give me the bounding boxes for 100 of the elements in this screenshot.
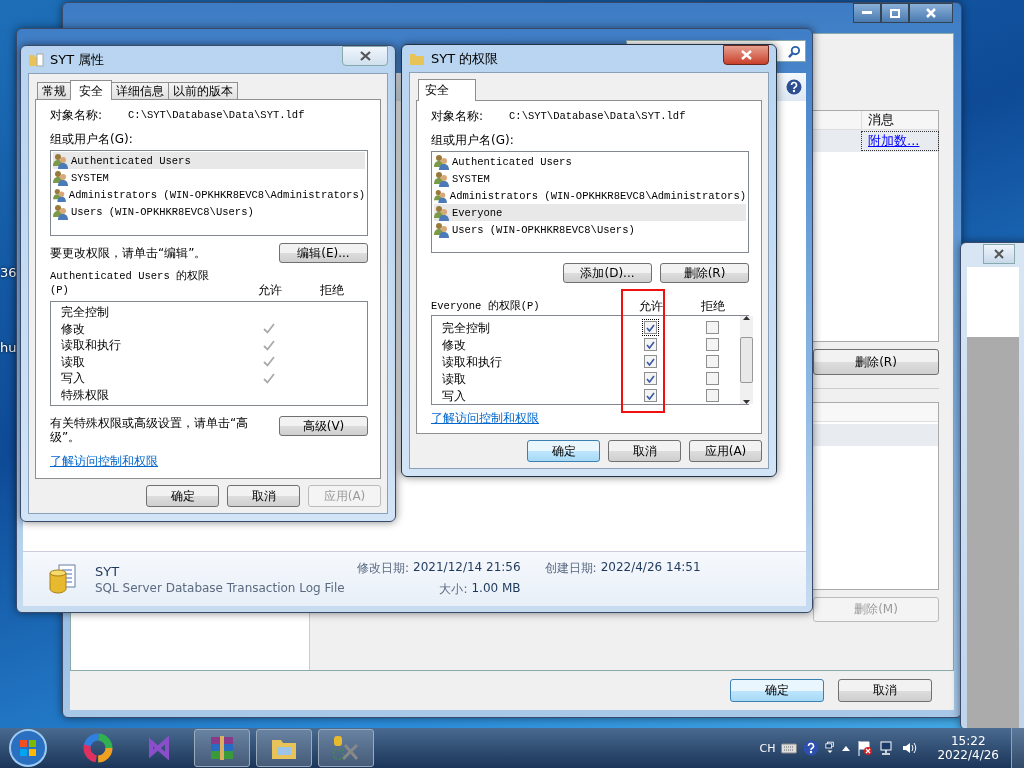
column-header: 拒绝: [319, 283, 345, 297]
user-item[interactable]: SYSTEM: [434, 170, 746, 187]
database-file-icon: [47, 563, 79, 595]
close-button[interactable]: [342, 46, 388, 66]
language-indicator[interactable]: CH: [759, 741, 776, 755]
remove-button[interactable]: 删除(R): [813, 349, 939, 375]
close-button[interactable]: [983, 244, 1015, 264]
close-button[interactable]: [909, 3, 953, 23]
taskbar-app-button[interactable]: [256, 729, 312, 767]
users-icon: [434, 153, 450, 170]
cancel-button[interactable]: 取消: [838, 679, 932, 702]
maximize-button[interactable]: [881, 3, 909, 23]
dialog-button[interactable]: 确定: [146, 485, 219, 507]
start-button[interactable]: [8, 728, 48, 768]
tab[interactable]: 常规: [37, 82, 71, 99]
tab[interactable]: 详细信息: [111, 82, 169, 99]
allow-checkbox[interactable]: [643, 338, 657, 351]
users-icon: [53, 169, 69, 186]
restore-icon[interactable]: [825, 741, 836, 755]
maximize-icon: [890, 8, 900, 18]
taskbar-app-button[interactable]: [318, 729, 374, 767]
desktop-icon-label[interactable]: 36: [0, 265, 17, 280]
remove-button[interactable]: 删除(R): [660, 263, 749, 283]
permission-name: 读取和执行: [441, 354, 503, 369]
help-icon[interactable]: [803, 740, 820, 756]
users-icon: [53, 152, 69, 169]
deny-checkbox[interactable]: [705, 355, 719, 368]
field-label: 对象名称:: [431, 109, 484, 123]
folder-icon: [28, 51, 44, 68]
object-path: C:\SYT\Database\Data\SYT.ldf: [128, 108, 305, 122]
allow-checkbox[interactable]: [643, 321, 657, 334]
field-value: 2022/4/26 14:51: [600, 560, 701, 576]
advanced-button[interactable]: 高级(V): [279, 416, 368, 436]
permission-name: 读取: [441, 371, 467, 386]
tab[interactable]: 以前的版本: [168, 82, 238, 99]
users-icon: [434, 204, 450, 221]
user-item[interactable]: Administrators (WIN-OPKHKR8EVC8\Administrators): [53, 186, 365, 203]
permissions-label: Authenticated Users 的权限 (P): [50, 269, 211, 297]
field-label: 对象名称:: [50, 108, 103, 122]
tab[interactable]: 安全: [418, 79, 476, 101]
user-item[interactable]: Authenticated Users: [434, 153, 746, 170]
close-icon: [359, 51, 371, 61]
user-item[interactable]: SYSTEM: [53, 169, 365, 186]
hint-text: 有关特殊权限或高级设置，请单击“高级”。: [50, 416, 250, 444]
scrollbar[interactable]: [740, 316, 753, 404]
help-icon[interactable]: [786, 79, 802, 95]
deny-checkbox[interactable]: [705, 389, 719, 402]
edit-button[interactable]: 编辑(E)...: [279, 243, 368, 263]
column-header: 消息: [861, 111, 938, 129]
user-item[interactable]: Users (WIN-OPKHKR8EVC8\Users): [53, 203, 365, 220]
database-tools-icon: [331, 733, 361, 763]
permission-name: 读取: [60, 354, 86, 369]
users-icon: [53, 186, 67, 203]
search-icon: [788, 44, 801, 58]
show-desktop-button[interactable]: [1011, 728, 1024, 768]
desktop-icon-label[interactable]: hu: [0, 340, 17, 355]
user-item[interactable]: Users (WIN-OPKHKR8EVC8\Users): [434, 221, 746, 238]
field-label: 大小:: [439, 581, 468, 598]
flag-error-icon[interactable]: [857, 740, 874, 756]
allow-checkbox[interactable]: [643, 389, 657, 402]
close-button[interactable]: [723, 45, 769, 65]
close-icon: [740, 50, 752, 60]
allow-checkbox[interactable]: [643, 355, 657, 368]
tab[interactable]: 安全: [70, 80, 112, 100]
minimize-button[interactable]: [853, 3, 881, 23]
permission-name: 完全控制: [441, 320, 491, 335]
message-link[interactable]: 附加数...: [862, 132, 938, 150]
allow-checkbox[interactable]: [643, 372, 657, 385]
show-hidden-icons-icon[interactable]: [841, 744, 852, 752]
scroll-up-icon[interactable]: [743, 316, 750, 320]
users-icon: [434, 221, 450, 238]
dialog-button[interactable]: 确定: [527, 440, 600, 462]
users-icon: [53, 203, 69, 220]
deny-checkbox[interactable]: [705, 372, 719, 385]
field-value: 1.00 MB: [471, 581, 521, 597]
keyboard-icon[interactable]: [781, 742, 798, 754]
users-icon: [434, 187, 448, 204]
clock-date[interactable]: 2022/4/26: [937, 748, 999, 762]
user-item[interactable]: Everyone: [434, 204, 746, 221]
ok-button[interactable]: 确定: [730, 679, 824, 702]
user-item[interactable]: Authenticated Users: [53, 152, 365, 169]
user-item[interactable]: Administrators (WIN-OPKHKR8EVC8\Administrators): [434, 187, 746, 204]
deny-checkbox[interactable]: [705, 338, 719, 351]
dialog-button[interactable]: 应用(A): [689, 440, 762, 462]
permission-name: 特殊权限: [60, 387, 110, 402]
dialog-button[interactable]: 取消: [227, 485, 300, 507]
minimize-icon: [862, 11, 872, 15]
permissions-label: Everyone 的权限(P): [431, 299, 541, 313]
clock-time[interactable]: 15:22: [950, 734, 986, 748]
permission-name: 写入: [441, 388, 467, 403]
help-link[interactable]: 了解访问控制和权限: [431, 411, 539, 425]
speaker-icon[interactable]: [901, 740, 918, 756]
dialog-button[interactable]: 取消: [608, 440, 681, 462]
taskbar-app-button[interactable]: [194, 729, 250, 767]
column-header: 允许: [257, 283, 283, 297]
deny-checkbox[interactable]: [705, 321, 719, 334]
add-button[interactable]: 添加(D)...: [563, 263, 652, 283]
help-link[interactable]: 了解访问控制和权限: [50, 454, 158, 468]
window-title: SYT 的权限: [431, 51, 499, 66]
hint-text: 要更改权限，请单击“编辑”。: [50, 246, 208, 260]
